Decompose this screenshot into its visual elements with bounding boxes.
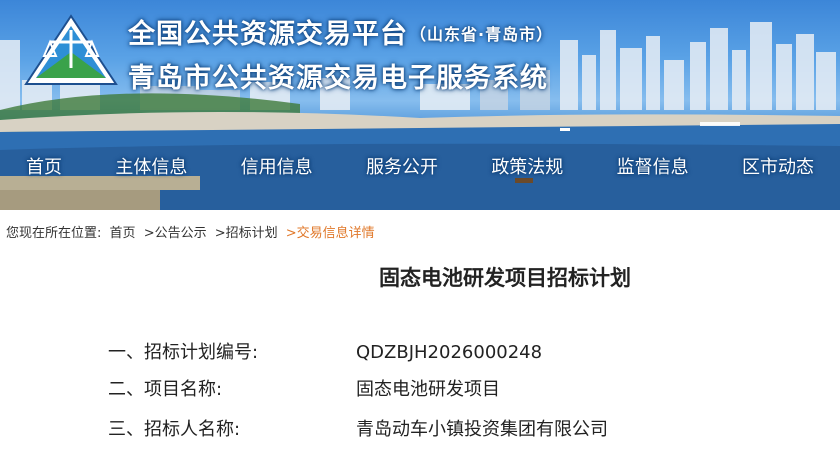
breadcrumb-current: >交易信息详情 [285, 226, 375, 241]
page-title: 固态电池研发项目招标计划 [379, 266, 631, 290]
nav-item-entity-info[interactable]: 主体信息 [115, 150, 187, 186]
breadcrumb: 您现在所在位置: 首页 >公告公示 >招标计划 >交易信息详情 [6, 222, 379, 241]
field-value: QDZBJH2026000248 [356, 342, 543, 363]
nav-item-policies[interactable]: 政策法规 [491, 150, 563, 186]
system-title: 青岛市公共资源交易电子服务系统 [128, 63, 548, 94]
breadcrumb-announcements[interactable]: >公告公示 [144, 226, 207, 241]
nav-item-district-news[interactable]: 区市动态 [742, 150, 814, 186]
field-label: 一、招标计划编号: [108, 342, 259, 363]
field-row: 二、项目名称: 固态电池研发项目 [108, 375, 500, 401]
main-nav: 首页 主体信息 信用信息 服务公开 政策法规 监督信息 区市动态 [0, 150, 840, 186]
site-logo-icon [24, 14, 118, 85]
field-label: 二、项目名称: [108, 379, 223, 400]
breadcrumb-home[interactable]: 首页 [110, 226, 136, 241]
breadcrumb-prefix: 您现在所在位置: [6, 226, 102, 241]
nav-item-service-disclosure[interactable]: 服务公开 [366, 150, 438, 186]
breadcrumb-tender-plan[interactable]: >招标计划 [215, 226, 278, 241]
field-value: 青岛动车小镇投资集团有限公司 [356, 419, 608, 440]
platform-title-main: 全国公共资源交易平台 [128, 19, 408, 50]
platform-title: 全国公共资源交易平台 （山东省·青岛市） [128, 12, 553, 51]
field-row: 一、招标计划编号: QDZBJH2026000248 [108, 338, 542, 364]
field-value: 固态电池研发项目 [356, 379, 500, 400]
nav-item-supervision[interactable]: 监督信息 [617, 150, 689, 186]
nav-item-credit-info[interactable]: 信用信息 [241, 150, 313, 186]
field-label: 三、招标人名称: [108, 419, 241, 440]
field-row: 三、招标人名称: 青岛动车小镇投资集团有限公司 [108, 415, 608, 441]
platform-title-region: （山东省·青岛市） [410, 25, 554, 44]
header-banner: 全国公共资源交易平台 （山东省·青岛市） 青岛市公共资源交易电子服务系统 首页 主… [0, 0, 840, 210]
nav-item-home[interactable]: 首页 [26, 150, 62, 186]
